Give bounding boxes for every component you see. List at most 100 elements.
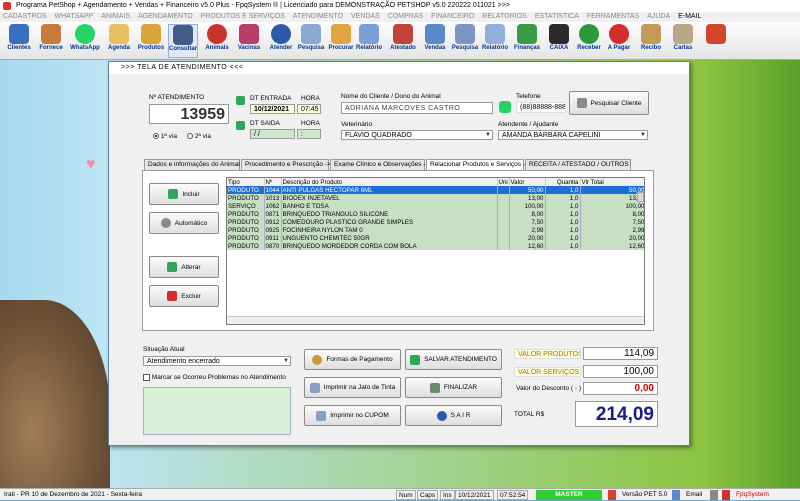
telefone-label: Telefone [516,93,541,100]
printer-icon [309,382,320,393]
menu-whatsapp[interactable]: WHATSAPP [52,12,97,22]
window-title: Programa PetShop + Agendamento + Vendas … [16,2,510,9]
cliente-field[interactable]: ADRIANA MARCOVES CASTRO [341,102,493,114]
toolbar-animais-button[interactable]: Animais [202,24,232,58]
hora-entrada-field[interactable]: 07:45 [297,104,321,114]
menu-estatistica[interactable]: ESTATÍSTICA [532,12,582,22]
whatsapp-icon [75,24,95,44]
finalizar-button[interactable]: FINALIZAR [405,377,502,398]
situacao-label: Situação Atual [143,346,185,353]
items-grid[interactable]: Tipo Nº Descrição do Produto Uni Valor Q… [226,177,645,325]
table-row[interactable]: PRODUTO 0870 BRINQUEDO MORDEDOR CORDA COM … [227,242,644,250]
sair-button[interactable]: S A I R [405,405,502,426]
via2-radio[interactable]: 2ª via [187,133,211,140]
calculator-icon[interactable] [710,490,718,500]
toolbar-financas-button[interactable]: Finanças [512,24,542,58]
col-valor[interactable]: Valor [509,178,546,186]
formas-pagamento-button[interactable]: Formas de Pagamento [304,349,401,370]
status-master-badge: MASTER [536,490,602,500]
toolbar-vacinas-button[interactable]: Vacinas [234,24,264,58]
toolbar-agenda-button[interactable]: Agenda [104,24,134,58]
toolbar-whatsapp-button[interactable]: WhatsApp [70,24,100,58]
whatsapp-icon[interactable] [499,101,511,113]
atendente-select[interactable]: AMANDA BARBARA CAPELINI ▼ [498,130,648,140]
menu-vendas[interactable]: VENDAS [348,12,383,22]
toolbar-pesquisa-button[interactable]: Pesquisa [296,24,326,58]
salvar-atendimento-button[interactable]: SALVAR ATENDIMENTO [405,349,502,370]
toolbar-caixa-button[interactable]: CAIXA [544,24,574,58]
hora-saida-field[interactable]: : [297,129,321,139]
telefone-field[interactable]: (88)88888-8888 [516,102,566,113]
incluir-button[interactable]: Incluir [149,183,219,205]
toolbar-cash-drawer-button[interactable] [704,24,728,58]
pesquisar-cliente-button[interactable]: Pesquisar Cliente [569,91,649,115]
table-row[interactable]: PRODUTO1013BIODEX INJETAVEL13,001,013,00 [227,194,644,202]
menu-financeiro[interactable]: FINANCEIRO [428,12,477,22]
dt-saida-label: DT SAIDA [250,120,280,127]
toolbar-receber-button[interactable]: Receber [574,24,604,58]
col-numero[interactable]: Nº [264,178,282,186]
vertical-scrollbar[interactable] [637,192,644,202]
toolbar-fornece-button[interactable]: Fornece [36,24,66,58]
toolbar-vendas-button[interactable]: Vendas [420,24,450,58]
toolbar-recibo-button[interactable]: Recibo [636,24,666,58]
tab-procedimento[interactable]: Procedimento e Prescrição -> [241,159,331,170]
problemas-notes[interactable] [143,387,291,435]
col-descricao[interactable]: Descrição do Produto [281,178,498,186]
horizontal-scrollbar[interactable] [227,316,644,324]
toolbar-relatorio2-button[interactable]: Relatório [480,24,510,58]
problemas-checkbox[interactable]: Marcar se Ocorreu Problemas no Atendimen… [143,374,286,381]
col-uni[interactable]: Uni [497,178,510,186]
table-row[interactable]: PRODUTO 0911 UNGUENTO CHEMITEC 50GR 20,00 1,… [227,234,644,242]
toolbar-consultar-button[interactable]: Consultar [168,24,198,58]
table-row[interactable]: PRODUTO 0912 COMEDOURO PLASTICO GRANDE SIM… [227,218,644,226]
calendar-icon[interactable] [236,96,245,105]
toolbar-atestado-button[interactable]: Atestado [388,24,418,58]
toolbar-pesquisa2-button[interactable]: Pesquisa [450,24,480,58]
toolbar-atender-button[interactable]: Atender [266,24,296,58]
tab-exame-clinico[interactable]: Exame Clínico e Observações -> [330,159,429,170]
dt-entrada-field[interactable]: 10/12/2021 [250,104,295,114]
col-quantia[interactable]: Quantia [545,178,581,186]
menu-compras[interactable]: COMPRAS [385,12,426,22]
menu-produtos-servicos[interactable]: PRODUTOS E SERVIÇOS [198,12,288,22]
tab-dados-animal[interactable]: Dados e informações do Animal -> [144,159,248,170]
toolbar-relatorio-button[interactable]: Relatório [354,24,384,58]
menu-cadastros[interactable]: CADASTROS [0,12,50,22]
table-row[interactable]: PRODUTO 1044 ANTI PULGAS HECTOPAR 6ML 50,00… [227,186,644,194]
animal-icon [207,24,227,44]
imprimir-cupom-button[interactable]: Imprimir no CUPOM [304,405,401,426]
via1-radio[interactable]: 1ª via [153,133,177,140]
menu-atendimento[interactable]: ATENDIMENTO [290,12,346,22]
toolbar-clientes-button[interactable]: Clientes [4,24,34,58]
exit-icon [436,410,447,421]
toolbar-produtos-button[interactable]: Produtos [136,24,166,58]
col-vlr-total[interactable]: Vlr Total [580,178,644,186]
veterinario-select[interactable]: FLAVIO QUADRADO ▼ [341,130,493,140]
menu-agendamento[interactable]: AGENDAMENTO [135,12,196,22]
table-row[interactable]: SERVIÇO 1062 BANHO E TOSA 100,00 1,0 100,00 [227,202,644,210]
automatico-button[interactable]: Automático [149,212,219,234]
toolbar-procurar-button[interactable]: Procurar [326,24,356,58]
dt-saida-field[interactable]: / / [250,129,295,139]
menu-animais[interactable]: ANIMAIS [98,12,133,22]
toolbar-cartas-button[interactable]: Cartas [668,24,698,58]
excluir-button[interactable]: Excluir [149,285,219,307]
table-row[interactable]: PRODUTO 0925 FOCINHEIRA NYLON TAM 0 2,99 1,0… [227,226,644,234]
table-row[interactable]: PRODUTO 0871 BRINQUEDO TRIANGULO SILICONE 8… [227,210,644,218]
calendar-icon[interactable] [236,121,245,130]
menu-ajuda[interactable]: AJUDA [644,12,673,22]
desconto-field[interactable]: 0,00 [583,382,658,395]
status-email[interactable]: Email [684,490,704,500]
status-versao: Versão PET 5.0 [622,491,668,498]
imprimir-jato-button[interactable]: Imprimir na Jato de Tinta [304,377,401,398]
toolbar-apagar-button[interactable]: A Pagar [604,24,634,58]
menu-ferramentas[interactable]: FERRAMENTAS [584,12,642,22]
menu-email[interactable]: E-MAIL [675,12,704,22]
col-tipo[interactable]: Tipo [227,178,265,186]
situacao-select[interactable]: Atendimento encerrado ▼ [143,356,291,366]
receipt-printer-icon [316,410,327,421]
menu-relatorios[interactable]: RELATÓRIOS [479,12,530,22]
tab-receita-atestado[interactable]: RECEITA / ATESTADO / OUTROS [525,159,631,170]
alterar-button[interactable]: Alterar [149,256,219,278]
